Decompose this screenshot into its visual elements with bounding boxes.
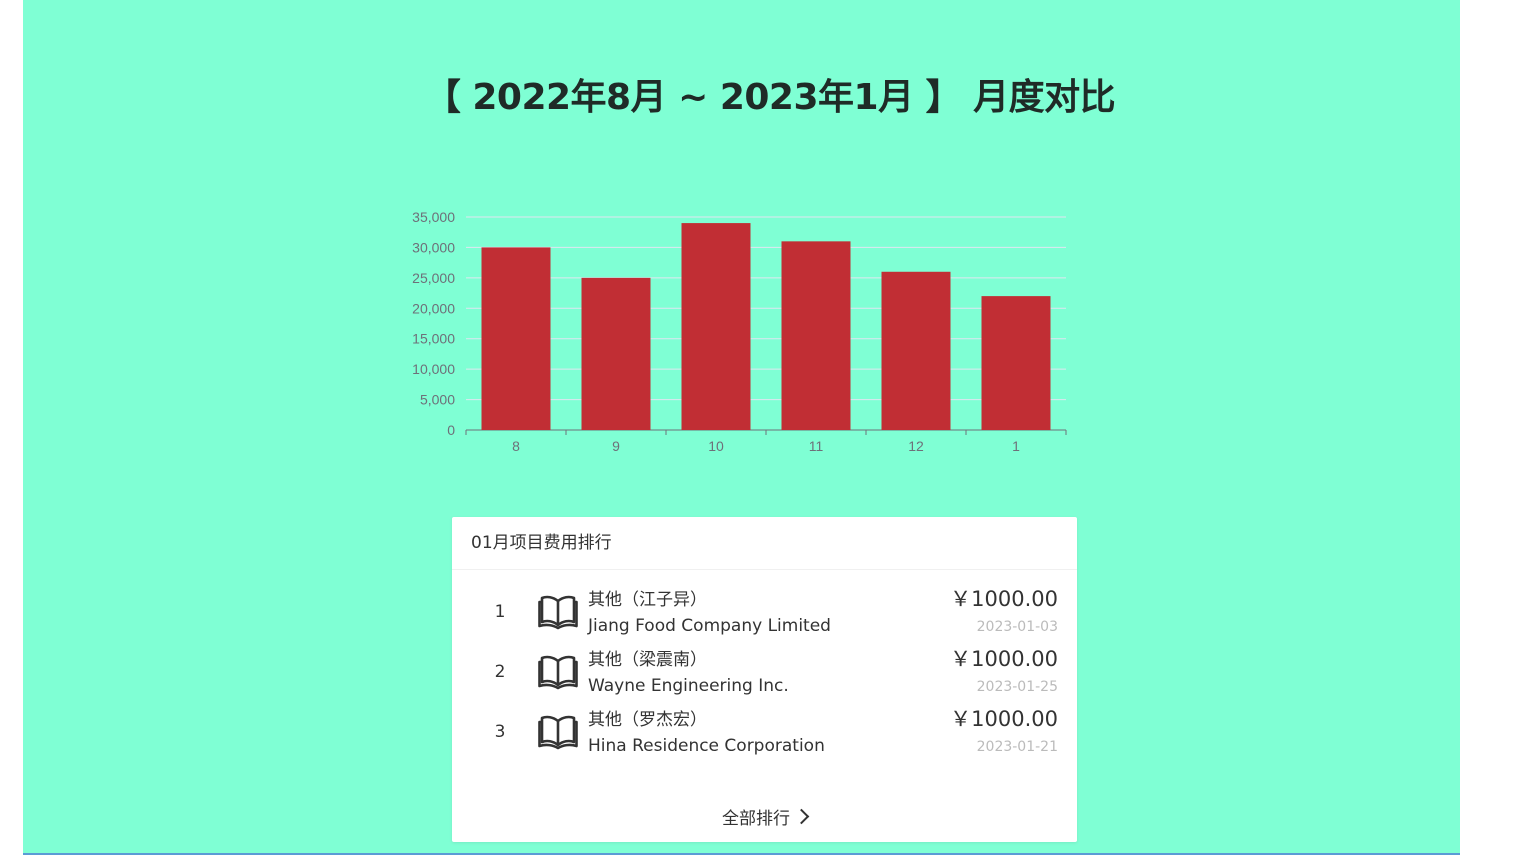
rank-number: 3 <box>494 722 506 742</box>
item-date: 2023-01-21 <box>976 739 1058 755</box>
item-amount: ￥1000.00 <box>950 647 1058 671</box>
ranking-card-title: 01月项目费用排行 <box>452 517 1077 570</box>
page-title: 【 2022年8月 ~ 2023年1月 】 月度对比 <box>424 77 1116 118</box>
book-icon <box>538 595 578 630</box>
bar <box>681 223 751 430</box>
bar-chart: 0 5,000 10,000 15,000 20,000 25,000 30,000 35,0… <box>412 209 1067 454</box>
item-name: 其他（罗杰宏） <box>588 710 707 730</box>
x-tick-label: 12 <box>908 438 924 454</box>
y-tick-label: 15,000 <box>412 331 455 347</box>
item-company: Wayne Engineering Inc. <box>588 676 789 696</box>
x-tick-label: 8 <box>512 438 520 454</box>
all-ranking-label: 全部排行 <box>722 809 790 829</box>
rank-number: 2 <box>494 662 506 682</box>
list-item[interactable]: 3 其他（罗杰宏） Hina Residence Corporation ￥10… <box>452 697 1077 757</box>
bar <box>981 296 1051 430</box>
bar <box>781 241 851 430</box>
page-background: 【 2022年8月 ~ 2023年1月 】 月度对比 0 5,000 10,000 1… <box>23 0 1460 853</box>
y-tick-label: 35,000 <box>412 209 455 225</box>
item-company: Jiang Food Company Limited <box>588 616 831 636</box>
item-amount: ￥1000.00 <box>950 707 1058 731</box>
book-icon <box>538 655 578 690</box>
list-item[interactable]: 2 其他（梁震南） Wayne Engineering Inc. ￥1000.0… <box>452 637 1077 697</box>
item-date: 2023-01-03 <box>976 619 1058 635</box>
y-tick-label: 0 <box>447 422 455 438</box>
item-date: 2023-01-25 <box>976 679 1058 695</box>
chevron-right-icon <box>793 808 810 825</box>
ranking-list: 1 其他（江子异） Jiang Food Company Limited ￥10… <box>452 577 1077 757</box>
bar <box>481 247 551 430</box>
y-tick-label: 5,000 <box>420 392 455 408</box>
bar <box>581 277 651 430</box>
list-item[interactable]: 1 其他（江子异） Jiang Food Company Limited ￥10… <box>452 577 1077 637</box>
x-tick-label: 9 <box>612 438 620 454</box>
bar <box>881 271 951 430</box>
x-tick-label: 1 <box>1012 438 1020 454</box>
item-amount: ￥1000.00 <box>950 587 1058 611</box>
y-tick-label: 20,000 <box>412 300 455 316</box>
y-tick-label: 30,000 <box>412 239 455 255</box>
item-name: 其他（江子异） <box>588 590 707 610</box>
rank-number: 1 <box>494 602 506 622</box>
y-tick-label: 25,000 <box>412 270 455 286</box>
book-icon <box>538 715 578 750</box>
x-tick-label: 10 <box>708 438 724 454</box>
y-tick-label: 10,000 <box>412 361 455 377</box>
item-name: 其他（梁震南） <box>588 650 707 670</box>
all-ranking-link[interactable]: 全部排行 <box>452 804 1077 829</box>
item-company: Hina Residence Corporation <box>588 736 825 756</box>
x-tick-label: 11 <box>809 438 824 454</box>
ranking-card: 01月项目费用排行 1 其他（江子异） Jiang Food Company L… <box>452 517 1077 842</box>
